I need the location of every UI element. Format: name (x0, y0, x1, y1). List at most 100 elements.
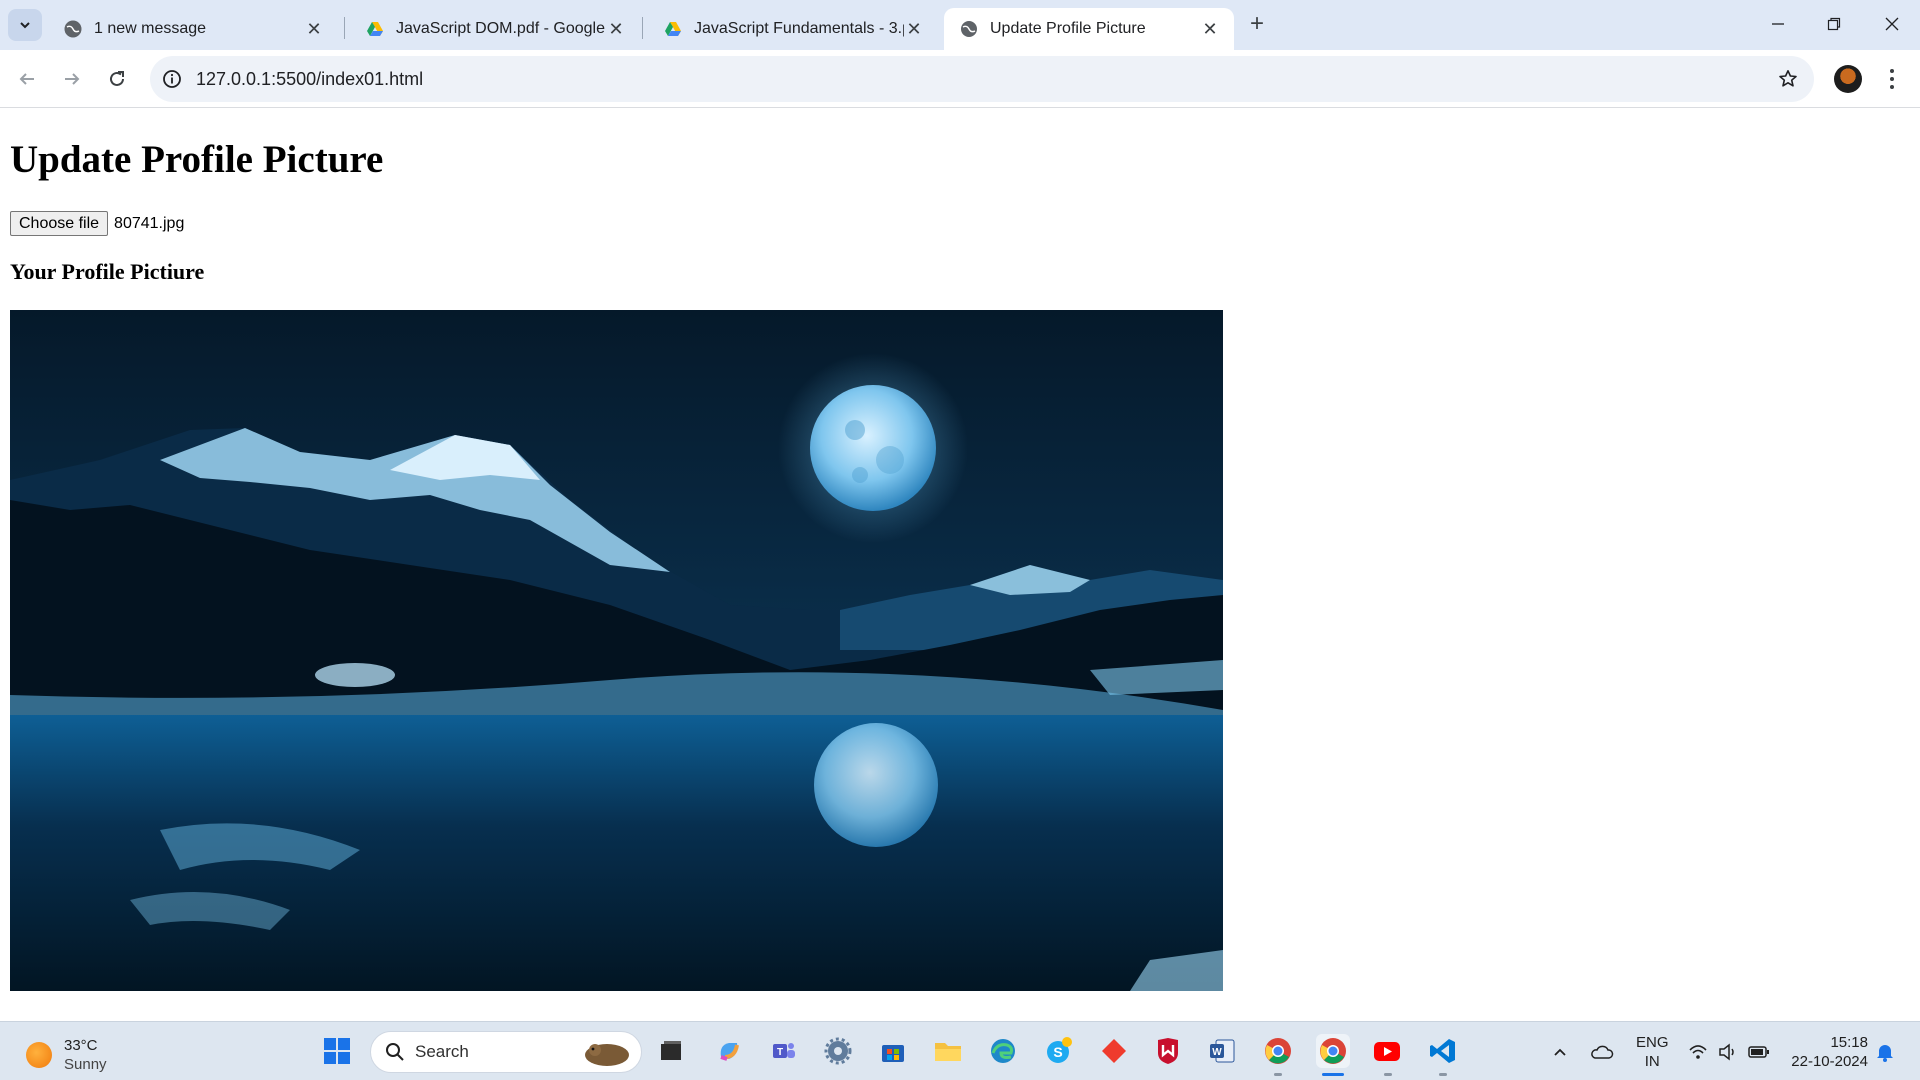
site-info-icon[interactable] (162, 69, 182, 89)
reload-button[interactable] (100, 62, 134, 96)
active-indicator (1322, 1073, 1344, 1076)
url-text[interactable]: 127.0.0.1:5500/index01.html (196, 69, 423, 90)
language-indicator[interactable]: ENG IN (1636, 1022, 1669, 1080)
show-hidden-icons-button[interactable] (1552, 1022, 1568, 1080)
notifications-button[interactable] (1876, 1022, 1894, 1080)
running-indicator (1439, 1073, 1447, 1076)
clock-time: 15:18 (1830, 1033, 1868, 1051)
chevron-up-icon (1554, 1048, 1566, 1056)
word-icon: W (1210, 1039, 1235, 1063)
tab-javascript-fundamentals[interactable]: JavaScript Fundamentals - 3.pd ✕ (648, 8, 938, 50)
running-indicator (1384, 1073, 1392, 1076)
mcafee-button[interactable] (1151, 1034, 1185, 1068)
clock-date: 22-10-2024 (1791, 1052, 1868, 1070)
tab-label: 1 new message (94, 20, 207, 37)
task-view-icon (661, 1041, 681, 1060)
bell-icon (1877, 1044, 1893, 1062)
cloud-icon (1591, 1045, 1614, 1059)
close-tab-icon[interactable]: ✕ (904, 19, 924, 39)
close-tab-icon[interactable]: ✕ (304, 19, 324, 39)
search-label: Search (415, 1042, 469, 1061)
wifi-icon (1689, 1044, 1707, 1059)
edge-button[interactable] (986, 1034, 1020, 1068)
quick-settings-button[interactable] (1688, 1022, 1770, 1080)
close-window-button[interactable] (1872, 8, 1912, 40)
youtube-button[interactable] (1371, 1034, 1405, 1068)
svg-text:S: S (1053, 1044, 1062, 1060)
file-explorer-button[interactable] (931, 1034, 965, 1068)
chrome-icon (1265, 1038, 1291, 1064)
microsoft-store-button[interactable] (876, 1034, 910, 1068)
settings-button[interactable] (821, 1034, 855, 1068)
taskbar-search[interactable]: Search (370, 1031, 642, 1073)
search-highlight-icon (585, 1044, 629, 1066)
globe-icon (64, 20, 82, 38)
skype-icon: S (1047, 1037, 1072, 1063)
clock[interactable]: 15:18 22-10-2024 (1786, 1022, 1868, 1080)
weather-temperature: 33°C (64, 1037, 98, 1054)
teams-icon: T (773, 1043, 795, 1058)
tab-separator (642, 17, 643, 39)
vscode-button[interactable] (1426, 1034, 1460, 1068)
close-tab-icon[interactable]: ✕ (606, 19, 626, 39)
tab-new-message[interactable]: 1 new message ✕ (48, 8, 338, 50)
tab-javascript-dom-pdf[interactable]: JavaScript DOM.pdf - Google D ✕ (350, 8, 640, 50)
selected-file-name: 80741.jpg (114, 214, 185, 232)
language-text: ENG (1636, 1033, 1669, 1051)
restore-button[interactable] (1814, 8, 1854, 40)
tab-label: Update Profile Picture (990, 20, 1146, 37)
globe-icon (961, 21, 977, 37)
close-tab-icon[interactable]: ✕ (1200, 19, 1220, 39)
weather-condition: Sunny (64, 1056, 107, 1073)
windows-logo-icon (324, 1038, 350, 1064)
copilot-icon (720, 1043, 739, 1061)
skype-button[interactable]: S (1042, 1034, 1076, 1068)
task-view-button[interactable] (654, 1034, 688, 1068)
tab-label: JavaScript DOM.pdf - Google D (396, 20, 606, 37)
chrome-button[interactable] (1261, 1034, 1295, 1068)
back-button[interactable] (10, 62, 44, 96)
store-icon (882, 1045, 904, 1062)
profile-picture-heading: Your Profile Pictiure (10, 259, 205, 284)
browser-toolbar: 127.0.0.1:5500/index01.html (0, 50, 1920, 108)
choose-file-button[interactable]: Choose file (10, 211, 109, 236)
google-drive-icon (367, 22, 383, 36)
browser-menu-button[interactable] (1880, 64, 1904, 94)
bookmark-star-icon[interactable] (1778, 69, 1798, 89)
close-icon (1885, 17, 1899, 31)
tab-update-profile-picture[interactable]: Update Profile Picture ✕ (944, 8, 1234, 50)
search-icon (386, 1043, 404, 1061)
diamond-icon (1102, 1039, 1126, 1063)
reload-icon (110, 71, 124, 86)
minimize-button[interactable] (1758, 8, 1798, 40)
youtube-icon (1374, 1042, 1400, 1061)
teams-button[interactable]: T (766, 1034, 800, 1068)
anydesk-button[interactable] (1097, 1034, 1131, 1068)
word-button[interactable]: W (1205, 1034, 1239, 1068)
file-input[interactable]: Choose file 80741.jpg (10, 211, 184, 236)
new-tab-button[interactable]: + (1244, 12, 1270, 38)
region-text: IN (1644, 1052, 1660, 1070)
moonlit-lake-illustration (10, 310, 1223, 991)
copilot-button[interactable] (712, 1034, 746, 1068)
page-title: Update Profile Picture (10, 138, 384, 181)
tab-strip: 1 new message ✕ JavaScript DOM.pdf - Goo… (0, 0, 1920, 50)
svg-text:T: T (777, 1047, 783, 1058)
folder-icon (935, 1043, 961, 1061)
arrow-left-icon (19, 73, 34, 85)
tab-label: JavaScript Fundamentals - 3.pd (694, 20, 904, 37)
forward-button[interactable] (55, 62, 89, 96)
running-indicator (1274, 1073, 1282, 1076)
weather-widget[interactable]: 33°C Sunny (26, 1036, 107, 1074)
start-button[interactable] (320, 1034, 354, 1068)
edge-icon (991, 1039, 1015, 1063)
address-bar[interactable]: 127.0.0.1:5500/index01.html (150, 56, 1814, 102)
tab-search-button[interactable] (8, 9, 42, 41)
onedrive-button[interactable] (1590, 1022, 1614, 1080)
minimize-icon (1772, 23, 1784, 25)
google-drive-icon (665, 22, 681, 36)
chrome-active-button[interactable] (1316, 1034, 1350, 1068)
profile-avatar[interactable] (1834, 65, 1862, 93)
svg-text:W: W (1212, 1047, 1222, 1058)
vscode-icon (1430, 1039, 1455, 1063)
